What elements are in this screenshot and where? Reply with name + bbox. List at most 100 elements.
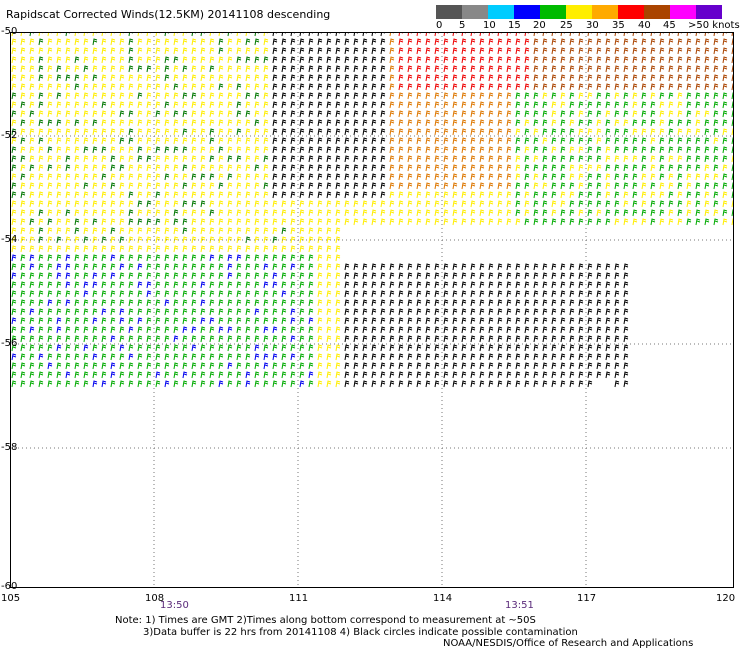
wind-barb: [650, 38, 656, 46]
wind-barb: [128, 173, 134, 181]
wind-barb: [425, 281, 431, 289]
wind-barb: [47, 353, 53, 361]
wind-barb: [299, 362, 305, 370]
wind-barb: [209, 281, 215, 289]
wind-barb: [578, 353, 584, 361]
wind-barb: [515, 173, 521, 181]
wind-barb: [344, 128, 350, 136]
wind-barb: [704, 209, 710, 217]
wind-barb: [155, 137, 161, 145]
wind-barb: [587, 191, 593, 199]
wind-barb: [443, 173, 449, 181]
wind-barb: [254, 74, 260, 82]
wind-barb: [164, 101, 170, 109]
wind-barb: [245, 344, 251, 352]
wind-barb: [389, 47, 395, 55]
wind-barb: [29, 335, 35, 343]
wind-barb: [461, 380, 467, 388]
wind-barb: [227, 101, 233, 109]
wind-barb: [83, 218, 89, 226]
wind-barb: [137, 119, 143, 127]
wind-barb: [11, 200, 17, 208]
wind-barb: [443, 38, 449, 46]
wind-barb: [641, 164, 647, 172]
wind-barb: [281, 137, 287, 145]
wind-barb: [542, 371, 548, 379]
wind-barb: [128, 380, 134, 388]
wind-barb: [218, 317, 224, 325]
wind-barb: [623, 335, 629, 343]
wind-barb: [119, 191, 125, 199]
wind-barb: [173, 200, 179, 208]
wind-barb: [326, 344, 332, 352]
wind-barb: [398, 155, 404, 163]
wind-barb: [74, 362, 80, 370]
wind-barb: [596, 74, 602, 82]
wind-barb: [236, 344, 242, 352]
wind-barb: [20, 137, 26, 145]
wind-barb: [434, 74, 440, 82]
wind-barb: [605, 38, 611, 46]
wind-barb: [164, 245, 170, 253]
wind-barb: [245, 146, 251, 154]
wind-barb: [704, 218, 710, 226]
wind-barb: [722, 137, 728, 145]
wind-barb: [38, 353, 44, 361]
wind-barb: [596, 128, 602, 136]
wind-barb: [569, 362, 575, 370]
wind-barb: [452, 263, 458, 271]
wind-barb: [551, 146, 557, 154]
wind-barb: [182, 65, 188, 73]
wind-barb: [29, 173, 35, 181]
wind-barb: [632, 101, 638, 109]
wind-barb: [146, 353, 152, 361]
wind-barb: [686, 47, 692, 55]
wind-barb: [479, 191, 485, 199]
wind-barb: [47, 155, 53, 163]
wind-barb: [137, 245, 143, 253]
wind-barb: [74, 47, 80, 55]
wind-barb: [641, 218, 647, 226]
wind-barb: [335, 362, 341, 370]
wind-barb: [722, 38, 728, 46]
wind-barb: [407, 38, 413, 46]
wind-barb: [155, 362, 161, 370]
wind-barb: [524, 317, 530, 325]
wind-barb: [722, 200, 728, 208]
wind-barb: [551, 110, 557, 118]
wind-barb: [128, 326, 134, 334]
wind-barb: [227, 155, 233, 163]
wind-barb: [74, 353, 80, 361]
wind-barb: [533, 272, 539, 280]
wind-barb: [38, 200, 44, 208]
wind-barb: [56, 380, 62, 388]
wind-barb: [299, 182, 305, 190]
wind-barb: [704, 164, 710, 172]
wind-barb: [200, 317, 206, 325]
wind-barb: [470, 218, 476, 226]
wind-barb: [209, 317, 215, 325]
wind-barb: [299, 344, 305, 352]
wind-barb: [245, 326, 251, 334]
wind-barb: [263, 371, 269, 379]
wind-barb: [722, 119, 728, 127]
wind-barb: [146, 74, 152, 82]
wind-barb: [47, 335, 53, 343]
wind-barb: [596, 290, 602, 298]
wind-barb: [605, 110, 611, 118]
wind-barb: [623, 38, 629, 46]
wind-barb: [236, 146, 242, 154]
wind-barb: [29, 155, 35, 163]
wind-barb: [164, 272, 170, 280]
wind-barb: [461, 317, 467, 325]
wind-barb: [137, 299, 143, 307]
wind-barb: [236, 272, 242, 280]
wind-barb: [578, 56, 584, 64]
wind-barb: [110, 353, 116, 361]
wind-barb: [623, 362, 629, 370]
wind-barb: [92, 128, 98, 136]
wind-barb: [569, 344, 575, 352]
wind-barb: [110, 344, 116, 352]
wind-barb: [695, 191, 701, 199]
wind-barb: [677, 83, 683, 91]
